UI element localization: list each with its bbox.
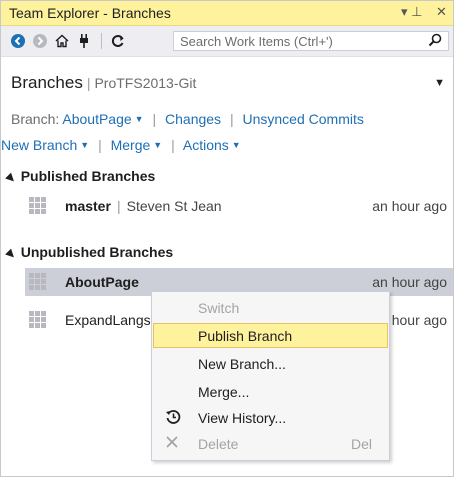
branch-context-menu: Switch Publish Branch New Branch... Merg…: [151, 291, 390, 461]
dropdown-pin-icon[interactable]: ▾ ⊥: [401, 4, 422, 20]
search-icon[interactable]: [428, 33, 442, 50]
new-branch-link[interactable]: New Branch ▼: [1, 137, 89, 153]
menu-item-view-history[interactable]: View History...: [153, 405, 388, 430]
project-name: ProTFS2013-Git: [94, 75, 197, 91]
page-menu-dropdown-icon[interactable]: ▼: [434, 77, 445, 89]
branch-name: master: [65, 198, 111, 214]
chevron-down-icon: ▼: [80, 140, 90, 150]
expand-triangle-icon: ▶: [4, 247, 18, 262]
search-input[interactable]: [180, 33, 410, 49]
page-title-text: Branches: [11, 73, 83, 92]
new-branch-text: New Branch: [1, 137, 78, 153]
menu-item-label: Publish Branch: [198, 328, 293, 344]
menu-item-shortcut: Del: [350, 436, 372, 452]
toolbar: [1, 26, 453, 57]
title-divider: |: [86, 75, 91, 91]
actions-nav-row: New Branch ▼ | Merge ▼ | Actions ▼: [1, 137, 241, 153]
menu-item-label: Delete: [198, 436, 239, 452]
menu-item-delete[interactable]: Delete Del: [153, 431, 388, 456]
branch-label: Branch:: [11, 111, 60, 127]
branch-time: hour ago: [391, 312, 447, 328]
close-icon[interactable]: ✕: [436, 4, 447, 20]
menu-item-publish-branch[interactable]: Publish Branch: [153, 323, 388, 348]
actions-text: Actions: [182, 137, 229, 153]
branch-author-text: Steven St Jean: [126, 198, 222, 214]
branch-nav-row: Branch: AboutPage ▼ | Changes | Unsynced …: [11, 111, 364, 127]
forward-icon[interactable]: [31, 32, 49, 50]
title-bar: Team Explorer - Branches ▾ ⊥ ✕: [1, 1, 453, 26]
toolbar-separator: [101, 33, 102, 49]
menu-item-label: Merge...: [198, 384, 250, 400]
branch-time: an hour ago: [372, 274, 447, 290]
refresh-icon[interactable]: [109, 32, 127, 50]
merge-text: Merge: [110, 137, 151, 153]
menu-item-label: View History...: [198, 410, 287, 426]
published-header-text: Published Branches: [20, 168, 156, 184]
window-title: Team Explorer - Branches: [9, 5, 171, 21]
branch-name: ExpandLangs: [65, 312, 151, 328]
unpublished-header-text: Unpublished Branches: [20, 244, 174, 260]
nav-divider: |: [98, 137, 102, 153]
menu-item-label: Switch: [198, 300, 240, 316]
unsynced-commits-link[interactable]: Unsynced Commits: [242, 111, 363, 127]
nav-divider: |: [229, 111, 234, 127]
menu-item-new-branch[interactable]: New Branch...: [153, 351, 388, 376]
chevron-down-icon: ▼: [153, 140, 163, 150]
merge-link[interactable]: Merge ▼: [111, 137, 163, 153]
delete-icon: [165, 435, 179, 453]
current-branch-link[interactable]: AboutPage ▼: [62, 111, 143, 127]
nav-divider: |: [171, 137, 175, 153]
menu-item-label: New Branch...: [198, 356, 286, 372]
history-icon: [165, 409, 181, 429]
expand-triangle-icon: ▶: [4, 171, 18, 186]
branch-icon: [29, 273, 47, 291]
branch-icon: [29, 311, 47, 329]
menu-item-merge[interactable]: Merge...: [153, 379, 388, 404]
actions-link[interactable]: Actions ▼: [183, 137, 241, 153]
back-icon[interactable]: [9, 32, 27, 50]
branch-row-master[interactable]: master | Steven St Jean an hour ago: [25, 192, 453, 220]
chevron-down-icon: ▼: [134, 114, 144, 124]
branch-icon: [29, 197, 47, 215]
unpublished-branches-header[interactable]: ▶ Unpublished Branches: [4, 244, 174, 262]
menu-item-switch[interactable]: Switch: [153, 295, 388, 320]
chevron-down-icon: ▼: [231, 140, 241, 150]
published-branches-header[interactable]: ▶ Published Branches: [4, 168, 156, 186]
branch-time: an hour ago: [372, 198, 447, 214]
branch-name: AboutPage: [65, 274, 139, 290]
changes-link[interactable]: Changes: [165, 111, 221, 127]
search-work-items[interactable]: [173, 31, 449, 51]
branch-author: | Steven St Jean: [117, 198, 222, 214]
page-title: Branches | ProTFS2013-Git: [11, 73, 196, 93]
current-branch-text: AboutPage: [62, 111, 132, 127]
home-icon[interactable]: [53, 32, 71, 50]
connect-plug-icon[interactable]: [75, 32, 93, 50]
nav-divider: |: [152, 111, 157, 127]
